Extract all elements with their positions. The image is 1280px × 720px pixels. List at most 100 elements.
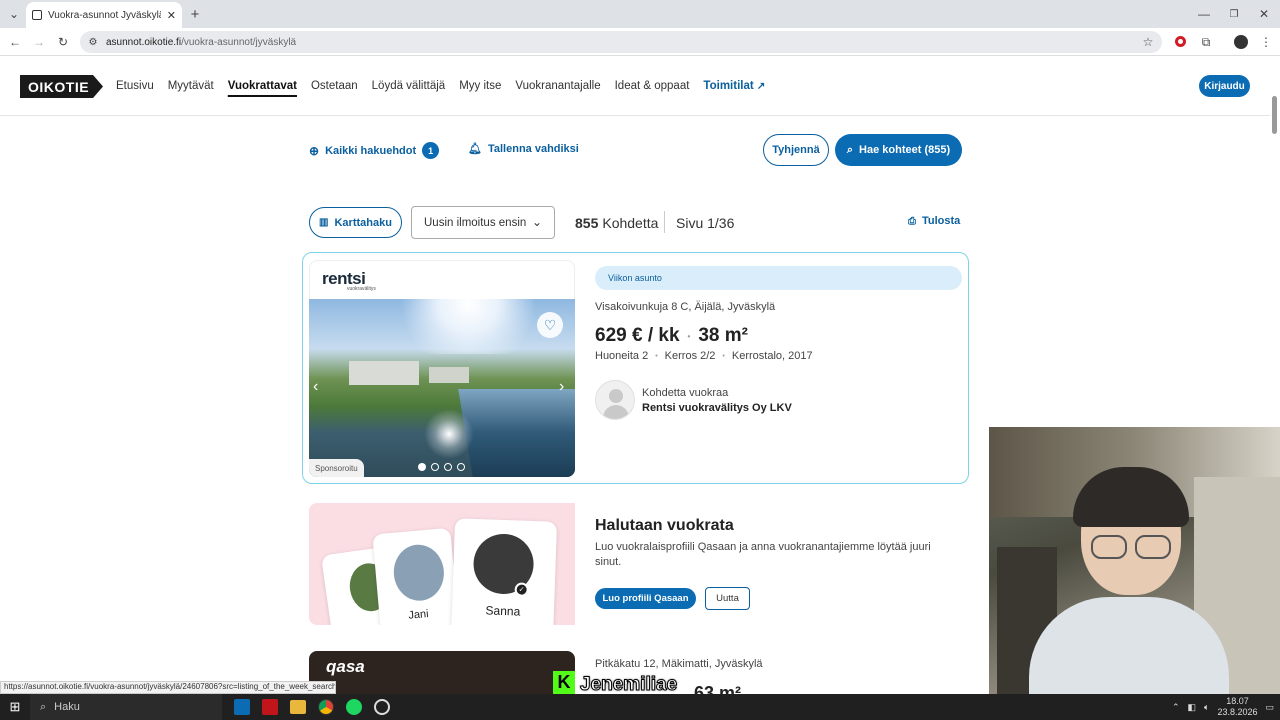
chevron-down-icon: ⌄: [531, 215, 542, 229]
tab-close-icon[interactable]: ✕: [167, 9, 176, 22]
outlook-icon[interactable]: [234, 699, 250, 715]
separator-dot: •: [655, 352, 658, 360]
restore-icon[interactable]: ❐: [1226, 6, 1242, 22]
oikotie-logo[interactable]: OIKOTIE: [20, 75, 103, 98]
all-filters-button[interactable]: ⊕ Kaikki hakuehdot 1: [309, 142, 440, 159]
clock-date: 23.8.2026: [1217, 707, 1258, 717]
opera-extension-icon[interactable]: [1175, 36, 1186, 47]
taskbar-search-label: Haku: [54, 701, 80, 713]
profile-photo-jani: [391, 542, 447, 603]
page-scrollbar-thumb[interactable]: [1272, 96, 1277, 134]
all-filters-label: Kaikki hakuehdot: [325, 144, 417, 157]
building-2: [429, 367, 469, 383]
sort-select[interactable]: Uusin ilmoitus ensin ⌄: [411, 206, 555, 239]
save-watch-button[interactable]: 🔔︎ Tallenna vahdiksi: [468, 142, 579, 156]
new-tab-icon[interactable]: +: [187, 6, 203, 23]
reload-icon[interactable]: ↻: [55, 34, 71, 50]
listing-area: 38 m²: [698, 325, 748, 346]
clear-button[interactable]: Tyhjennä: [763, 134, 829, 166]
listing-of-week-badge: Viikon asunto: [595, 266, 962, 290]
carousel-next-icon[interactable]: ›: [559, 378, 564, 396]
carousel-dot[interactable]: [444, 463, 452, 471]
create-qasa-profile-button[interactable]: Luo profiili Qasaan: [595, 588, 696, 609]
carousel-dot[interactable]: [431, 463, 439, 471]
search-results-label: Hae kohteet (855): [859, 144, 951, 156]
building-1: [349, 361, 419, 385]
landlord-avatar: [595, 380, 635, 420]
network-icon[interactable]: ◧: [1188, 702, 1197, 713]
browser-menu-icon[interactable]: ⋮: [1258, 34, 1274, 50]
tray-chevron-icon[interactable]: ⌃: [1172, 702, 1180, 713]
bookmark-star-icon[interactable]: ☆: [1140, 34, 1156, 50]
taskbar-apps: [234, 699, 390, 715]
carousel-dots: [418, 463, 465, 471]
system-tray: ⌃ ◧ 🔈︎ 18.07 23.8.2026 ▭: [1172, 696, 1280, 718]
nav-item-vuokranantajalle[interactable]: Vuokranantajalle: [515, 80, 600, 92]
sponsored-label: Sponsoroitu: [309, 459, 364, 477]
profile-card-sanna: ✓ Sanna: [450, 518, 558, 625]
search-results-button[interactable]: ⌕ Hae kohteet (855): [835, 134, 962, 166]
nav-item-myy-itse[interactable]: Myy itse: [459, 80, 501, 92]
qasa-promo-text: Luo vuokralaisprofiili Qasaan ja anna vu…: [595, 541, 931, 568]
obs-icon[interactable]: [374, 699, 390, 715]
tab-list-chevron-icon[interactable]: ⌄: [6, 6, 22, 22]
link-status-bar: https://asunnot.oikotie.fi/vuokra-asunno…: [0, 681, 336, 694]
taskbar-search[interactable]: ⌕ Haku: [30, 694, 222, 720]
tab-favicon-icon: [32, 10, 42, 20]
map-search-button[interactable]: ▥ Karttahaku: [309, 207, 402, 238]
nav-item-ideat-oppaat[interactable]: Ideat & oppaat: [615, 80, 690, 92]
search-icon: ⌕: [846, 143, 854, 156]
browser-tab[interactable]: Vuokra-asunnot Jyväskylä: 855 ✕: [26, 2, 182, 28]
nav-item-vuokrattavat[interactable]: Vuokrattavat: [228, 80, 297, 92]
avatar-body: [603, 405, 629, 419]
kick-logo-icon: K: [553, 671, 575, 694]
site-info-icon[interactable]: ⚙: [86, 34, 100, 50]
address-bar[interactable]: asunnot.oikotie.fi/vuokra-asunnot/jyväsk…: [80, 31, 1162, 53]
printer-icon: ⎙: [908, 215, 916, 227]
spotify-icon[interactable]: [346, 699, 362, 715]
webcam-glasses-right: [1135, 535, 1171, 559]
tab-title: Vuokra-asunnot Jyväskylä: 855: [48, 9, 161, 21]
notifications-icon[interactable]: ▭: [1265, 702, 1274, 713]
nav-item-toimitilat[interactable]: Toimitilat ↗: [703, 80, 765, 92]
carousel-prev-icon[interactable]: ‹: [313, 378, 318, 396]
volume-icon[interactable]: 🔈︎: [1204, 702, 1209, 713]
nav-item-etusivu[interactable]: Etusivu: [116, 80, 154, 92]
result-count-number: 855: [575, 215, 599, 231]
profile-name-sanna: Sanna: [485, 603, 521, 619]
nav-item-ostetaan[interactable]: Ostetaan: [311, 80, 358, 92]
carousel-dot[interactable]: [457, 463, 465, 471]
stream-overlay-name: Jenemiliae: [579, 674, 678, 696]
forward-icon[interactable]: →: [31, 34, 47, 50]
nav-item-myytavat[interactable]: Myytävät: [168, 80, 214, 92]
landlord-label: Kohdetta vuokraa: [642, 387, 729, 399]
red-l-app-icon[interactable]: [262, 699, 278, 715]
extensions-icon[interactable]: ⧉: [1198, 34, 1214, 50]
sort-value: Uusin ilmoitus ensin: [424, 216, 527, 229]
clock[interactable]: 18.07 23.8.2026: [1217, 696, 1257, 718]
windows-start-icon[interactable]: ⊞: [0, 699, 30, 715]
landlord-name[interactable]: Rentsi vuokravälitys Oy LKV: [642, 402, 792, 414]
nav-item-loyda-valittaja[interactable]: Löydä välittäjä: [372, 80, 446, 92]
window-close-icon[interactable]: ✕: [1256, 6, 1272, 22]
webcam-glasses-left: [1091, 535, 1127, 559]
favorite-heart-icon[interactable]: ♡: [537, 312, 563, 338]
qasa-logo: qasa: [326, 657, 365, 676]
print-button[interactable]: ⎙ Tulosta: [908, 215, 960, 227]
url-path: /vuokra-asunnot/jyväskylä: [181, 36, 297, 48]
listing-price-area: 629 € / kk • 38 m²: [595, 325, 748, 347]
clock-time: 18.07: [1226, 696, 1249, 706]
carousel-dot[interactable]: [418, 463, 426, 471]
filter-count-badge: 1: [422, 142, 440, 159]
profile-avatar[interactable]: [1234, 35, 1248, 49]
windows-taskbar: ⊞ ⌕ Haku ⌃ ◧ 🔈︎ 18.07 23.8.2026 ▭: [0, 694, 1280, 720]
chrome-icon[interactable]: [318, 699, 334, 715]
file-explorer-icon[interactable]: [290, 700, 306, 714]
login-button[interactable]: Kirjaudu: [1199, 75, 1250, 97]
external-link-icon: ↗: [756, 81, 766, 92]
minimize-icon[interactable]: —: [1196, 6, 1212, 22]
listing-photo[interactable]: [309, 299, 575, 477]
listing-floor: Kerros 2/2: [664, 350, 716, 362]
back-icon[interactable]: ←: [7, 34, 23, 50]
profile-name-jani: Jani: [407, 608, 430, 622]
